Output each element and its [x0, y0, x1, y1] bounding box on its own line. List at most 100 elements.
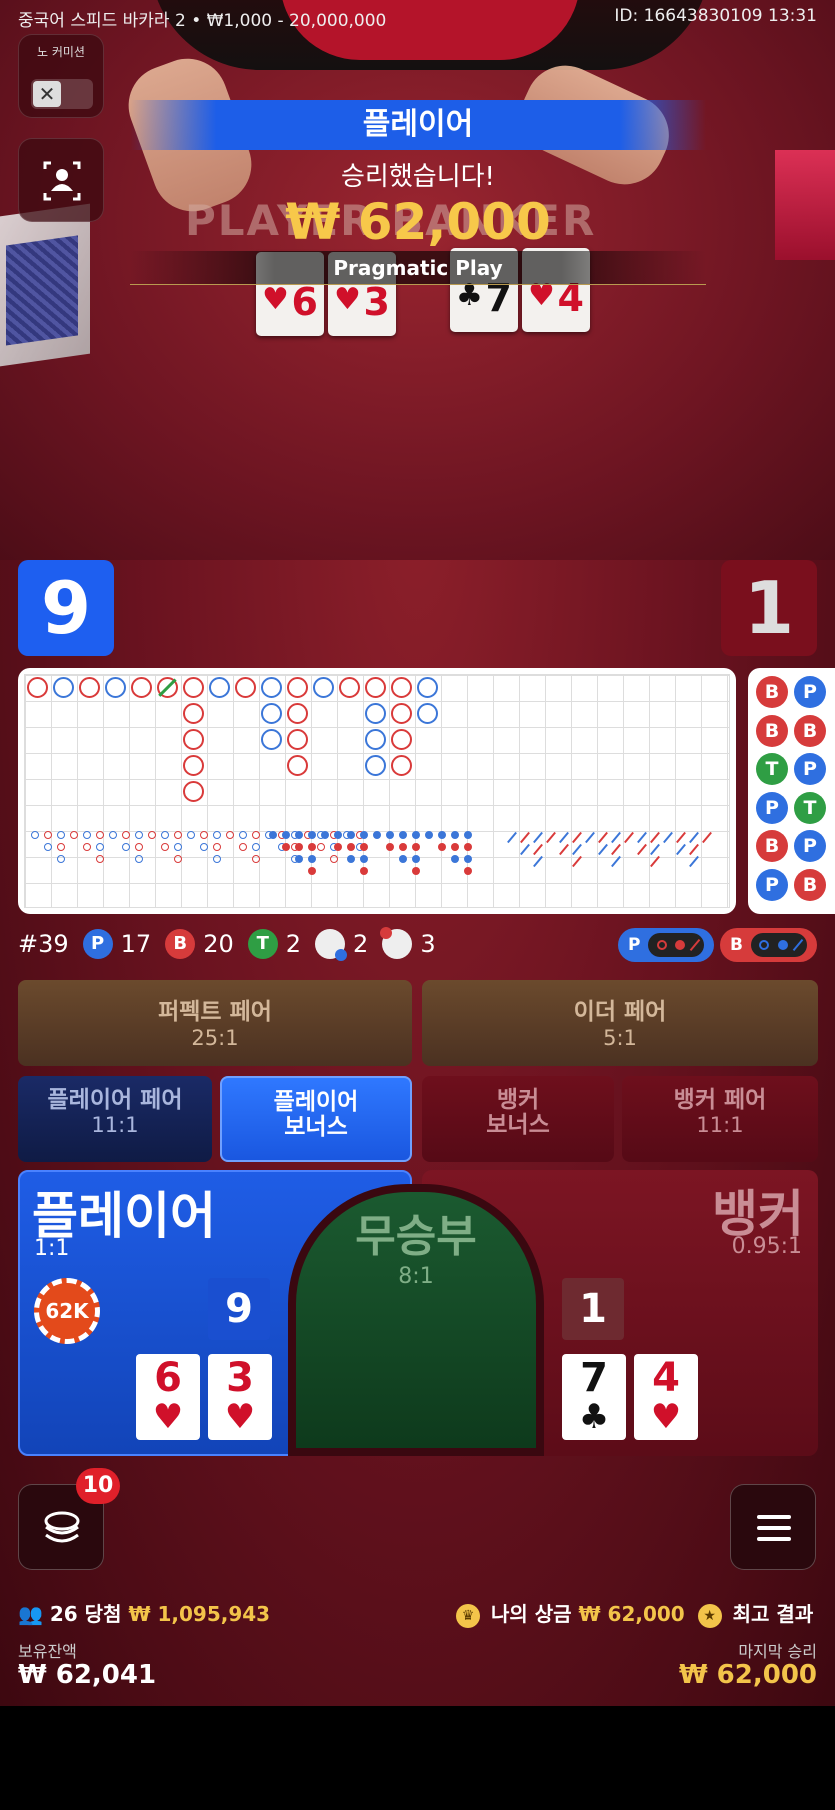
- big-road-cell: [391, 755, 412, 776]
- camera-view-button[interactable]: [18, 138, 104, 222]
- big-road-cell: [391, 729, 412, 750]
- small-road-cell: [308, 843, 316, 851]
- tie-stat-icon: T: [247, 929, 278, 959]
- tie-bet-spot[interactable]: 무승부 8:1: [288, 1184, 544, 1456]
- cockroach-road-cell: [533, 831, 543, 844]
- bead-road-cell: P: [756, 791, 788, 824]
- no-commission-label: 노 커미션: [37, 45, 85, 59]
- big-eye-road-cell: [83, 831, 91, 839]
- big-eye-road-cell: [96, 855, 104, 863]
- menu-button[interactable]: [730, 1484, 816, 1570]
- big-road-cell: [287, 729, 308, 750]
- bead-road-cell: P: [794, 676, 826, 708]
- bead-road-cell: T: [794, 791, 826, 824]
- player-count: 17: [120, 930, 152, 958]
- small-road-cell: [360, 867, 368, 875]
- either-pair-bet[interactable]: 이더 페어 5:1: [422, 980, 818, 1066]
- banker-pair-count: 3: [420, 930, 436, 958]
- small-road-cell: [399, 843, 407, 851]
- big-road-cell: [183, 755, 204, 776]
- player-pair-bet[interactable]: 플레이어 페어 11:1: [18, 1076, 212, 1162]
- perfect-pair-bet[interactable]: 퍼펙트 페어 25:1: [18, 980, 412, 1066]
- player-pair-icon: [315, 929, 348, 961]
- bet-label: 뱅커 페어: [673, 1087, 767, 1113]
- cockroach-road-cell: [572, 831, 582, 844]
- banker-count: 20: [203, 930, 234, 958]
- small-road-cell: [399, 855, 407, 863]
- cockroach-road-cell: [689, 843, 699, 856]
- big-eye-road-cell: [200, 843, 208, 851]
- top-info-bar: 중국어 스피드 바카라 2 • ₩1,000 - 20,000,000 ID: …: [18, 6, 817, 31]
- small-road-cell: [451, 831, 459, 839]
- big-road-cell: [209, 677, 230, 698]
- banker-hand-score: 1: [562, 1278, 624, 1340]
- player-predict-button[interactable]: P: [618, 928, 715, 962]
- small-road-cell: [334, 843, 342, 851]
- banker-predict-label: B: [730, 935, 743, 955]
- banker-pair-icon: [380, 927, 413, 959]
- big-eye-road-cell: [31, 831, 39, 839]
- small-road-cell: [373, 831, 381, 839]
- big-eye-road-cell: [135, 831, 143, 839]
- big-road-cell: [261, 677, 282, 698]
- big-road-cell: [131, 677, 152, 698]
- bead-road[interactable]: BPBBTPPTBPPB: [748, 668, 835, 914]
- bead-road-cell: B: [756, 714, 788, 747]
- big-eye-road-cell: [135, 855, 143, 863]
- best-results-link[interactable]: 최고 결과: [733, 1602, 814, 1626]
- cockroach-road-cell: [546, 831, 556, 844]
- small-road-cell: [451, 843, 459, 851]
- big-eye-road-cell: [174, 831, 182, 839]
- big-eye-road-cell: [135, 843, 143, 851]
- bet-odds: 5:1: [603, 1026, 637, 1050]
- big-eye-road-cell: [174, 855, 182, 863]
- big-road-cell: [183, 677, 204, 698]
- player-card: 3 ♥: [208, 1354, 272, 1440]
- small-road-cell: [295, 831, 303, 839]
- big-road-cell: [391, 677, 412, 698]
- big-eye-road-cell: [330, 855, 338, 863]
- big-eye-road-cell: [213, 843, 221, 851]
- player-bonus-bet[interactable]: 플레이어 보너스: [220, 1076, 412, 1162]
- big-road-cell: [183, 729, 204, 750]
- banker-predict-button[interactable]: B: [720, 928, 817, 962]
- banker-bonus-bet[interactable]: 뱅커 보너스: [422, 1076, 614, 1162]
- big-eye-road-cell: [122, 831, 130, 839]
- small-road-cell: [464, 855, 472, 863]
- banker-card: 4 ♥: [634, 1354, 698, 1440]
- cockroach-road-cell: [585, 831, 595, 844]
- road-grid: [24, 674, 730, 908]
- my-winnings-info: ♛ 나의 상금 ₩ 62,000 ★ 최고 결과: [456, 1598, 813, 1628]
- big-eye-road-cell: [70, 831, 78, 839]
- toggle-track[interactable]: ✕: [31, 79, 93, 109]
- big-eye-road-cell: [96, 831, 104, 839]
- bet-label-line1: 뱅커: [496, 1087, 540, 1113]
- big-road-cell: [417, 677, 438, 698]
- balance-label: 보유잔액: [18, 1642, 77, 1661]
- player-card: 6 ♥: [136, 1354, 200, 1440]
- my-winnings: ₩ 62,000: [578, 1602, 685, 1626]
- bead-road-cell: B: [794, 714, 826, 747]
- big-road-cell: [287, 755, 308, 776]
- big-road-scoreboard[interactable]: [18, 668, 736, 914]
- small-road-cell: [425, 831, 433, 839]
- banker-pair-bet[interactable]: 뱅커 페어 11:1: [622, 1076, 818, 1162]
- big-eye-road-cell: [317, 843, 325, 851]
- big-eye-road-cell: [239, 831, 247, 839]
- my-winnings-label: 나의 상금: [490, 1602, 572, 1626]
- player-stat-icon: P: [82, 929, 113, 959]
- users-icon: 👥: [18, 1602, 43, 1626]
- small-road-cell: [360, 831, 368, 839]
- no-commission-toggle[interactable]: 노 커미션 ✕: [18, 34, 104, 118]
- big-road-cell: [79, 677, 100, 698]
- small-road-cell: [386, 843, 394, 851]
- small-road-cell: [464, 843, 472, 851]
- small-road-cell: [451, 855, 459, 863]
- provider-label: Pragmatic Play: [130, 251, 706, 285]
- big-eye-road-cell: [252, 855, 260, 863]
- bet-label: 플레이어 페어: [47, 1087, 183, 1113]
- small-road-cell: [282, 843, 290, 851]
- round-number: #39: [18, 930, 69, 958]
- bet-label: 이더 페어: [573, 999, 667, 1025]
- small-road-cell: [269, 831, 277, 839]
